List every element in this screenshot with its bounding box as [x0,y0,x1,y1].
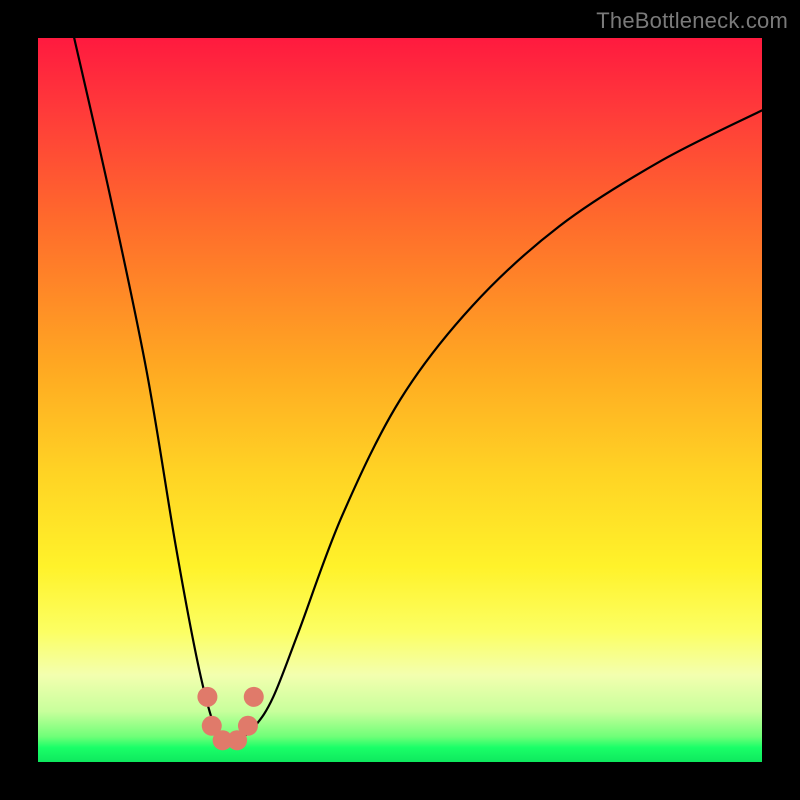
curve-markers [197,687,263,750]
curve-marker [197,687,217,707]
curve-marker [238,716,258,736]
bottleneck-curve [74,38,762,743]
curve-marker [244,687,264,707]
chart-svg [38,38,762,762]
watermark-text: TheBottleneck.com [596,8,788,34]
chart-frame: TheBottleneck.com [0,0,800,800]
chart-plot-area [38,38,762,762]
